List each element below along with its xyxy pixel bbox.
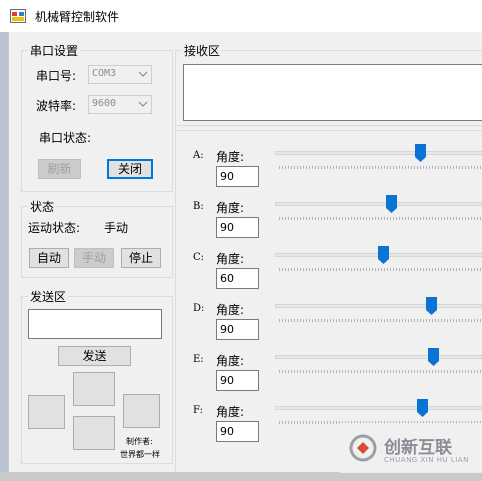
taskbar-edge	[0, 472, 482, 481]
close-button[interactable]: 关闭	[107, 159, 153, 179]
pad-up-button[interactable]	[73, 372, 115, 406]
credit-line-1: 制作者:	[126, 437, 153, 446]
receive-legend: 接收区	[184, 44, 221, 58]
joint-slider-track[interactable]	[275, 202, 482, 206]
joint-slider-track[interactable]	[275, 355, 482, 359]
title-bar: 机械臂控制软件	[0, 0, 482, 32]
window-title: 机械臂控制软件	[35, 10, 120, 24]
joint-letter: B:	[193, 201, 204, 212]
joint-slider-track[interactable]	[275, 304, 482, 308]
joint-slider-thumb[interactable]	[417, 399, 429, 417]
joint-angle-label: 角度:	[216, 405, 245, 419]
watermark-subtext: CHUANG XIN HU LIAN	[384, 456, 469, 464]
chevron-down-icon	[138, 101, 148, 107]
joint-angle-label: 角度:	[216, 252, 245, 266]
watermark-logo-icon	[349, 434, 377, 462]
serial-status-label: 串口状态:	[39, 131, 92, 145]
joint-angle-label: 角度:	[216, 201, 245, 215]
joint-letter: E:	[193, 354, 204, 365]
send-button[interactable]: 发送	[58, 346, 131, 366]
window-client: 串口设置 串口号: COM3 波特率: 9600 串口状态: 刷新 关闭 状态 …	[8, 32, 482, 474]
serial-settings-legend: 串口设置	[30, 44, 79, 58]
joint-letter: D:	[193, 303, 205, 314]
credit-line-2: 世界都一样	[120, 450, 160, 459]
auto-button[interactable]: 自动	[29, 248, 69, 268]
baud-label: 波特率:	[36, 99, 77, 113]
joint-letter: F:	[193, 405, 203, 416]
refresh-button[interactable]: 刷新	[38, 159, 81, 179]
joint-slider-ticks	[279, 319, 481, 322]
stop-button[interactable]: 停止	[121, 248, 161, 268]
motion-state-value: 手动	[104, 221, 129, 235]
send-input[interactable]	[28, 309, 162, 339]
joint-letter: C:	[193, 252, 205, 263]
joint-slider-track[interactable]	[275, 151, 482, 155]
manual-button[interactable]: 手动	[74, 248, 114, 268]
joint-angle-input[interactable]: 90	[216, 319, 259, 340]
joint-angle-label: 角度:	[216, 354, 245, 368]
joint-slider-thumb[interactable]	[427, 348, 439, 366]
motion-state-label: 运动状态:	[28, 221, 81, 235]
joint-slider-thumb[interactable]	[415, 144, 427, 162]
pad-down-button[interactable]	[73, 416, 115, 450]
baud-select-value: 9600	[92, 98, 117, 109]
joint-slider-ticks	[279, 370, 481, 373]
joint-letter: A:	[193, 150, 204, 161]
joint-slider-ticks	[279, 268, 481, 271]
chevron-down-icon	[138, 71, 148, 77]
joint-slider-thumb[interactable]	[377, 246, 389, 264]
joint-angle-label: 角度:	[216, 303, 245, 317]
joint-slider-track[interactable]	[275, 406, 482, 410]
send-legend: 发送区	[30, 290, 67, 304]
pad-right-button[interactable]	[123, 394, 160, 428]
joint-slider-thumb[interactable]	[425, 297, 437, 315]
port-label: 串口号:	[36, 69, 77, 83]
joint-angle-input[interactable]: 90	[216, 217, 259, 238]
joint-angle-input[interactable]: 60	[216, 268, 259, 289]
port-select[interactable]: COM3	[88, 65, 152, 84]
joint-slider-thumb[interactable]	[385, 195, 397, 213]
joint-slider-ticks	[279, 217, 481, 220]
port-select-value: COM3	[92, 68, 117, 79]
joint-angle-label: 角度:	[216, 150, 245, 164]
watermark: 创新互联 CHUANG XIN HU LIAN	[340, 423, 482, 473]
receive-textbox[interactable]	[183, 64, 482, 121]
joint-angle-input[interactable]: 90	[216, 421, 259, 442]
app-icon	[10, 9, 26, 23]
joint-angle-input[interactable]: 90	[216, 166, 259, 187]
desktop-edge	[0, 32, 8, 481]
baud-select[interactable]: 9600	[88, 95, 152, 114]
state-legend: 状态	[30, 200, 55, 214]
pad-left-button[interactable]	[28, 395, 65, 429]
joint-angle-input[interactable]: 90	[216, 370, 259, 391]
joint-slider-ticks	[279, 166, 481, 169]
watermark-text: 创新互联	[384, 438, 452, 458]
